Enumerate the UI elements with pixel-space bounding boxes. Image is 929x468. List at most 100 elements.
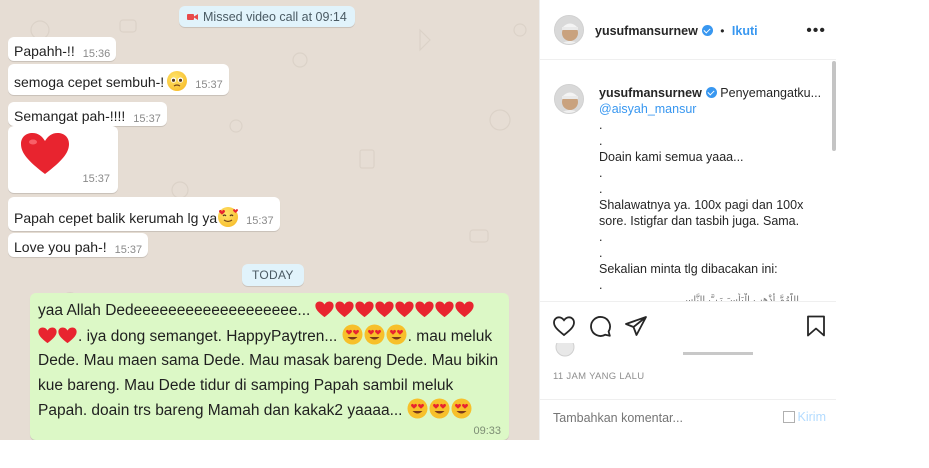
caption-area[interactable]: yusufmansurnew Penyemangatku... @aisyah_… xyxy=(540,61,836,301)
post-actions-bar xyxy=(540,301,836,347)
incoming-message[interactable]: Papahh-!! 15:36 xyxy=(8,37,117,61)
screenshot-root: Missed video call at 09:14 Papahh-!! 15:… xyxy=(0,0,929,468)
video-camera-icon xyxy=(187,13,198,20)
heart-like-icon[interactable] xyxy=(552,314,576,338)
heart-eyes-emoji-icon xyxy=(386,324,407,345)
pleading-face-emoji-icon xyxy=(167,71,188,91)
header-separator: • xyxy=(720,24,725,38)
post-header: yusufmansurnew • Ikuti ••• xyxy=(540,0,836,60)
bookmark-save-icon[interactable] xyxy=(804,314,828,338)
message-time: 15:37 xyxy=(114,244,143,256)
comment-input[interactable] xyxy=(553,411,753,425)
caption-line: Sekalian minta tlg dibacakan ini: xyxy=(599,262,778,276)
message-text-content: semoga cepet sembuh-! xyxy=(14,74,165,90)
caption-line: sore. Istigfar dan tasbih juga. Sama. xyxy=(599,214,800,228)
message-text: Papah cepet balik kerumah lg ya xyxy=(14,207,239,228)
heart-eyes-emoji-icon xyxy=(364,324,385,345)
caption-line: . xyxy=(599,118,603,132)
message-line-1: yaa Allah Dedeeeeeeeeeeeeeeeeeee... xyxy=(38,302,311,319)
heart-eyes-emoji-icon xyxy=(407,398,428,419)
verified-badge-icon xyxy=(705,87,717,98)
caption-line: . xyxy=(599,230,603,244)
checkbox-icon xyxy=(782,411,795,423)
outgoing-message[interactable]: yaa Allah Dedeeeeeeeeeeeeeeeeeee... . iy… xyxy=(30,293,509,440)
heart-emoji-group xyxy=(315,301,475,319)
red-heart-emoji-icon xyxy=(38,327,57,344)
caption-line: . xyxy=(599,246,603,260)
red-heart-emoji-icon xyxy=(21,133,69,174)
red-heart-emoji-icon xyxy=(335,301,354,318)
heart-eyes-emoji-icon xyxy=(342,324,363,345)
follow-button[interactable]: Ikuti xyxy=(732,24,758,38)
liked-by-row xyxy=(553,337,823,359)
red-heart-emoji-icon xyxy=(455,301,474,318)
caption-intro: Penyemangatku... xyxy=(720,86,822,100)
comment-icon[interactable] xyxy=(588,314,612,338)
message-time: 15:37 xyxy=(246,215,274,227)
incoming-message[interactable]: Semangat pah-!!!! 15:37 xyxy=(8,102,167,126)
message-text-content: Papah cepet balik kerumah lg ya xyxy=(14,210,218,226)
whatsapp-chat-pane: Missed video call at 09:14 Papahh-!! 15:… xyxy=(0,0,539,440)
post-time-ago: 11 JAM YANG LALU xyxy=(553,371,645,382)
message-time: 15:37 xyxy=(195,79,223,91)
message-text: Semangat pah-!!!! xyxy=(14,108,126,124)
header-user-row: yusufmansurnew • Ikuti xyxy=(595,22,758,40)
post-comment-label: Kirim xyxy=(797,410,826,424)
caption-line: . xyxy=(599,166,603,180)
liked-by-avatars-partial xyxy=(555,337,753,357)
more-options-icon[interactable]: ••• xyxy=(806,22,826,40)
caption-line: Shalawatnya ya. 100x pagi dan 100x xyxy=(599,198,804,212)
verified-badge-icon xyxy=(701,25,713,36)
avatar[interactable] xyxy=(554,84,584,114)
red-heart-emoji-icon xyxy=(395,301,414,318)
incoming-message[interactable]: Papah cepet balik kerumah lg ya 15:37 xyxy=(8,197,280,231)
caption-text: yusufmansurnew Penyemangatku... @aisyah_… xyxy=(599,85,822,301)
caption-line: . xyxy=(599,278,603,292)
mention-link[interactable]: @aisyah_mansur xyxy=(599,101,819,117)
caption-lines: .. Doain kami semua yaaa..... Shalawatnya … xyxy=(599,117,819,293)
message-text: semoga cepet sembuh-! xyxy=(14,71,188,92)
caption-line: Doain kami semua yaaa... xyxy=(599,150,744,164)
message-line-2b: . mau meluk xyxy=(407,327,493,345)
outgoing-message-text: yaa Allah Dedeeeeeeeeeeeeeeeeeee... . iy… xyxy=(38,299,501,424)
message-text: Papahh-!! xyxy=(14,43,75,59)
red-heart-emoji-icon xyxy=(415,301,434,318)
heart-eyes-emoji-icon xyxy=(429,398,450,419)
bottom-blank-strip xyxy=(0,440,836,468)
date-separator: TODAY xyxy=(242,264,304,286)
message-time: 09:33 xyxy=(473,425,501,437)
right-blank-area xyxy=(836,0,929,468)
message-line-5: Papah. doain trs bareng Mamah dan kakak2… xyxy=(38,402,403,419)
share-direct-icon[interactable] xyxy=(624,314,648,338)
message-line-4: kue bareng. Mau Dede tidur di samping Pa… xyxy=(38,376,454,394)
avatar[interactable] xyxy=(554,15,584,45)
red-heart-emoji-icon xyxy=(375,301,394,318)
missed-video-call-notice: Missed video call at 09:14 xyxy=(179,6,355,27)
missed-call-text: Missed video call at 09:14 xyxy=(203,9,347,24)
smiling-face-with-hearts-emoji-icon xyxy=(218,207,239,227)
message-time: 15:36 xyxy=(82,48,111,60)
caption-line: . xyxy=(599,134,603,148)
instagram-post-panel: yusufmansurnew • Ikuti ••• yusufmansurne… xyxy=(540,0,836,440)
message-time: 15:37 xyxy=(133,113,161,125)
incoming-message[interactable]: 15:37 xyxy=(8,126,118,193)
message-text: Love you pah-! xyxy=(14,239,107,255)
red-heart-emoji-icon xyxy=(435,301,454,318)
message-time: 15:37 xyxy=(82,173,110,185)
message-line-2: . iya dong semanget. HappyPaytren... xyxy=(78,327,338,345)
red-heart-emoji-icon xyxy=(315,301,334,318)
comment-bar: Kirim xyxy=(540,399,836,440)
post-comment-button[interactable]: Kirim xyxy=(782,410,826,424)
red-heart-emoji-icon xyxy=(355,301,374,318)
red-heart-emoji-icon xyxy=(58,327,77,344)
heart-emoji-group xyxy=(38,327,78,345)
caption-line: . xyxy=(599,182,603,196)
header-username[interactable]: yusufmansurnew xyxy=(595,24,698,38)
caption-username[interactable]: yusufmansurnew xyxy=(599,86,702,100)
heart-eyes-emoji-icon xyxy=(451,398,472,419)
caption-first-line: yusufmansurnew Penyemangatku... xyxy=(599,85,822,101)
incoming-message[interactable]: semoga cepet sembuh-! 15:37 xyxy=(8,64,229,95)
arabic-text-partial: اللَّهُمَّ أَذْهِبِ الْبَأْسَ رَبَّ النَ… xyxy=(681,295,799,301)
message-line-3: Dede. Mau maen sama Dede. Mau masak bare… xyxy=(38,352,499,369)
incoming-message[interactable]: Love you pah-! 15:37 xyxy=(8,233,149,257)
